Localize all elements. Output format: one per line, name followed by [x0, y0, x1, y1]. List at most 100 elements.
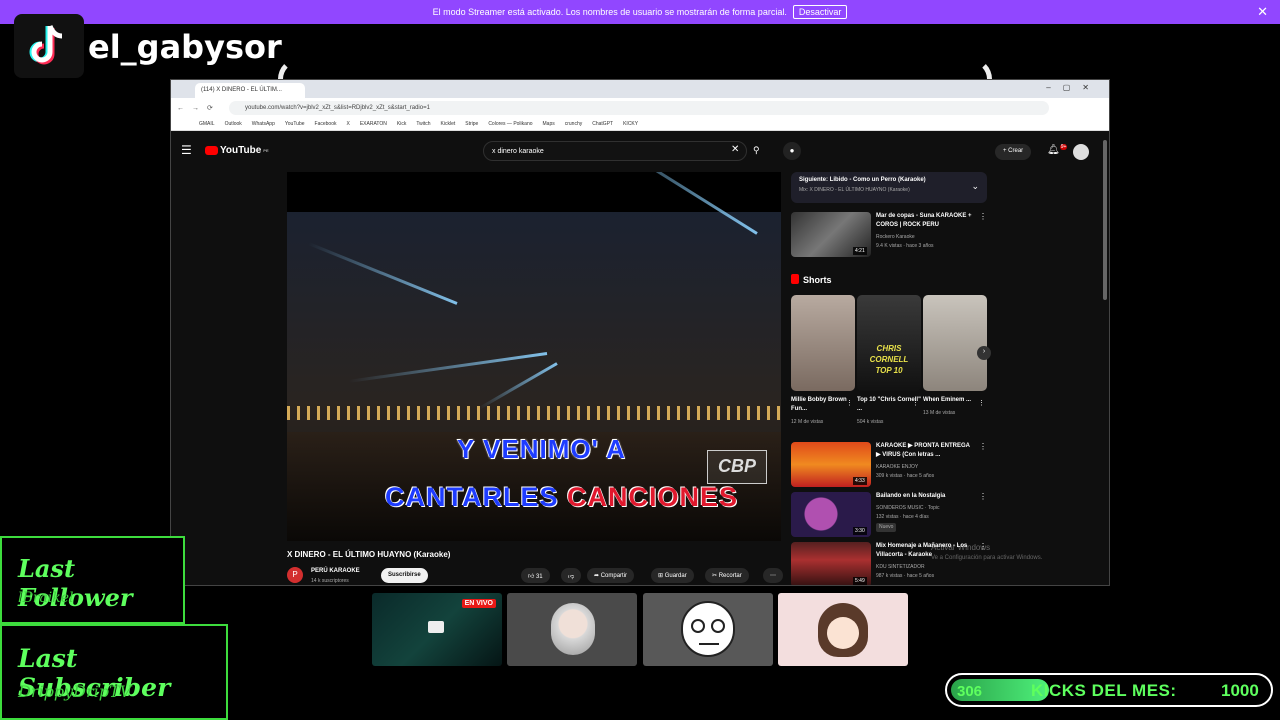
karaoke-lyric-line-1: Y VENIMO' A: [457, 434, 626, 464]
related-meta: 9.4 K vistas · hace 3 años: [876, 243, 934, 249]
kebab-menu-icon[interactable]: ⋮: [846, 399, 853, 407]
bookmark-item[interactable]: X: [347, 121, 350, 127]
browser-window: (114) X DINERO - EL ÚLTIM... –▢✕ ←→⟳ you…: [170, 79, 1110, 586]
mix-name: Mix: X DINERO - EL ÚLTIMO HUAYNO (Karaok…: [799, 187, 910, 193]
clip-button[interactable]: ✂ Recortar: [705, 568, 749, 583]
save-button[interactable]: ⊞ Guardar: [651, 568, 694, 583]
kicks-goal: 1000: [1221, 681, 1259, 700]
up-next-mix-panel[interactable]: Siguiente: Libido - Como un Perro (Karao…: [791, 172, 987, 203]
bookmark-item[interactable]: Colores — Polikano: [488, 121, 532, 127]
bookmark-item[interactable]: Kick: [397, 121, 406, 127]
browser-tab-strip: (114) X DINERO - EL ÚLTIM... –▢✕: [171, 80, 1109, 98]
address-bar-row: ←→⟳ youtube.com/watch?v=jblv2_xZt_s&list…: [171, 98, 1109, 118]
related-channel: Rockero Karaoke: [876, 234, 915, 240]
short-thumbnail[interactable]: [923, 295, 987, 391]
watermark-line-2: Ve a Configuración para activar Windows.: [931, 555, 1043, 561]
video-player[interactable]: Y VENIMO' A CANTARLES CANCIONES CBP: [287, 172, 781, 541]
streamer-name: el_gabysor: [88, 28, 282, 66]
last-follower-panel: Last Follower lBraikel: [0, 536, 185, 624]
share-button[interactable]: ➦ Compartir: [587, 568, 635, 583]
url-bar[interactable]: youtube.com/watch?v=jblv2_xZt_s&list=RDj…: [229, 101, 1049, 115]
kicks-goal-bar: 306 KICKS DEL MES: 1000: [945, 673, 1273, 707]
page-scrollbar[interactable]: [1103, 140, 1108, 580]
related-video[interactable]: 3:30 Bailando en la Nostalgia SONIDEROS …: [791, 492, 987, 540]
bookmark-item[interactable]: EXARATON: [360, 121, 387, 127]
chevron-down-icon[interactable]: ⌄: [971, 181, 979, 192]
youtube-logo[interactable]: YouTube PE: [205, 145, 269, 156]
shorts-heading: Shorts: [791, 274, 832, 285]
related-meta: 987 k vistas · hace 5 años: [876, 573, 935, 579]
bookmark-item[interactable]: ChatGPT: [592, 121, 613, 127]
bookmark-item[interactable]: Outlook: [225, 121, 242, 127]
close-icon[interactable]: ✕: [1257, 4, 1268, 20]
bookmark-item[interactable]: Maps: [543, 121, 555, 127]
deactivate-button[interactable]: Desactivar: [792, 5, 848, 19]
bookmark-item[interactable]: Twitch: [416, 121, 430, 127]
kebab-menu-icon[interactable]: ⋮: [978, 399, 985, 407]
region-code: PE: [263, 148, 269, 153]
short-views: 504 k vistas: [857, 419, 884, 425]
bookmark-item[interactable]: YouTube: [285, 121, 305, 127]
stream-preview-tile: EN VIVO: [372, 593, 502, 666]
kebab-menu-icon[interactable]: ⋮: [979, 492, 987, 501]
bookmark-item[interactable]: GMAIL: [199, 121, 215, 127]
search-input[interactable]: x dinero karaoke: [483, 141, 747, 161]
bookmark-item[interactable]: WhatsApp: [252, 121, 275, 127]
shorts-title: Shorts: [803, 275, 832, 285]
related-channel: SONIDEROS MUSIC · Topic: [876, 505, 940, 511]
streamer-banner-text: El modo Streamer está activado. Los nomb…: [432, 7, 787, 17]
last-subscriber-panel: Last Subscriber DrippyDripTV: [0, 624, 228, 720]
scrollbar-thumb[interactable]: [1103, 140, 1107, 300]
microphone-icon[interactable]: ●: [783, 142, 801, 160]
search-icon[interactable]: ⚲: [747, 141, 771, 161]
like-button[interactable]: 👍︎ 31: [521, 568, 550, 583]
avatar-tile: [507, 593, 637, 666]
youtube-play-icon: [205, 146, 218, 155]
bookmark-item[interactable]: Kicklet: [441, 121, 456, 127]
account-avatar[interactable]: [1073, 144, 1089, 160]
create-label: Crear: [1008, 148, 1024, 154]
bookmarks-bar: GMAIL Outlook WhatsApp YouTube Facebook X EXAR…: [171, 118, 1109, 131]
short-overlay-text: CHRIS CORNELL TOP 10: [869, 344, 909, 375]
clear-search-icon[interactable]: ✕: [731, 144, 739, 155]
short-thumbnail[interactable]: CHRIS CORNELL TOP 10: [857, 295, 921, 391]
channel-avatar[interactable]: P: [287, 567, 303, 583]
back-forward-reload-icon[interactable]: ←→⟳: [177, 104, 221, 112]
short-item[interactable]: Millie Bobby Brown Fun... 12 M de vistas…: [791, 295, 855, 425]
save-label: Guardar: [664, 573, 687, 579]
dislike-button[interactable]: 👎︎: [561, 568, 582, 583]
related-title[interactable]: Mar de copas - Suna KARAOKE + COROS | RO…: [876, 212, 972, 230]
monitor-icon: [428, 621, 444, 633]
avatar-tile: [778, 593, 908, 666]
bookmark-item[interactable]: Stripe: [465, 121, 478, 127]
bookmark-item[interactable]: crunchy: [565, 121, 583, 127]
notifications-bell-icon[interactable]: 🔔︎9+: [1047, 144, 1068, 155]
bookmark-item[interactable]: KICKY: [623, 121, 638, 127]
short-thumbnail[interactable]: [791, 295, 855, 391]
like-count: 31: [535, 574, 543, 580]
chevron-right-icon[interactable]: ›: [977, 346, 991, 360]
related-video[interactable]: 4:33 KARAOKE ▶ PRONTA ENTREGA ▶ VIRUS (C…: [791, 442, 987, 490]
related-video[interactable]: 4:21 Mar de copas - Suna KARAOKE + COROS…: [791, 212, 987, 260]
bookmark-item[interactable]: Facebook: [315, 121, 337, 127]
notification-count: 9+: [1059, 144, 1068, 150]
related-title[interactable]: KARAOKE ▶ PRONTA ENTREGA ▶ VIRUS (Con le…: [876, 442, 972, 460]
shorts-icon: [791, 274, 799, 284]
kebab-menu-icon[interactable]: ⋮: [912, 399, 919, 407]
youtube-logo-text: YouTube: [220, 145, 262, 156]
browser-tab[interactable]: (114) X DINERO - EL ÚLTIM...: [195, 83, 305, 98]
window-controls[interactable]: –▢✕: [1046, 83, 1101, 92]
create-button[interactable]: + Crear: [995, 144, 1032, 160]
kebab-menu-icon[interactable]: ⋮: [979, 212, 987, 221]
youtube-header: ☰ YouTube PE x dinero karaoke ✕ ⚲ ● + Cr…: [171, 131, 1109, 171]
lyric-sung-part: CANTARLES: [385, 482, 559, 512]
channel-name[interactable]: PERÚ KARAOKE: [311, 568, 360, 574]
related-title[interactable]: Bailando en la Nostalgia: [876, 492, 972, 501]
more-actions-button[interactable]: ⋯: [763, 568, 783, 583]
short-item[interactable]: CHRIS CORNELL TOP 10 Top 10 "Chris Corne…: [857, 295, 921, 425]
subscribe-button[interactable]: Suscribirse: [381, 568, 428, 583]
watermark-line-1: Activar Windows: [931, 543, 991, 552]
kicks-label: KICKS DEL MES:: [1031, 681, 1177, 700]
kebab-menu-icon[interactable]: ⋮: [979, 442, 987, 451]
menu-icon[interactable]: ☰: [181, 143, 192, 157]
